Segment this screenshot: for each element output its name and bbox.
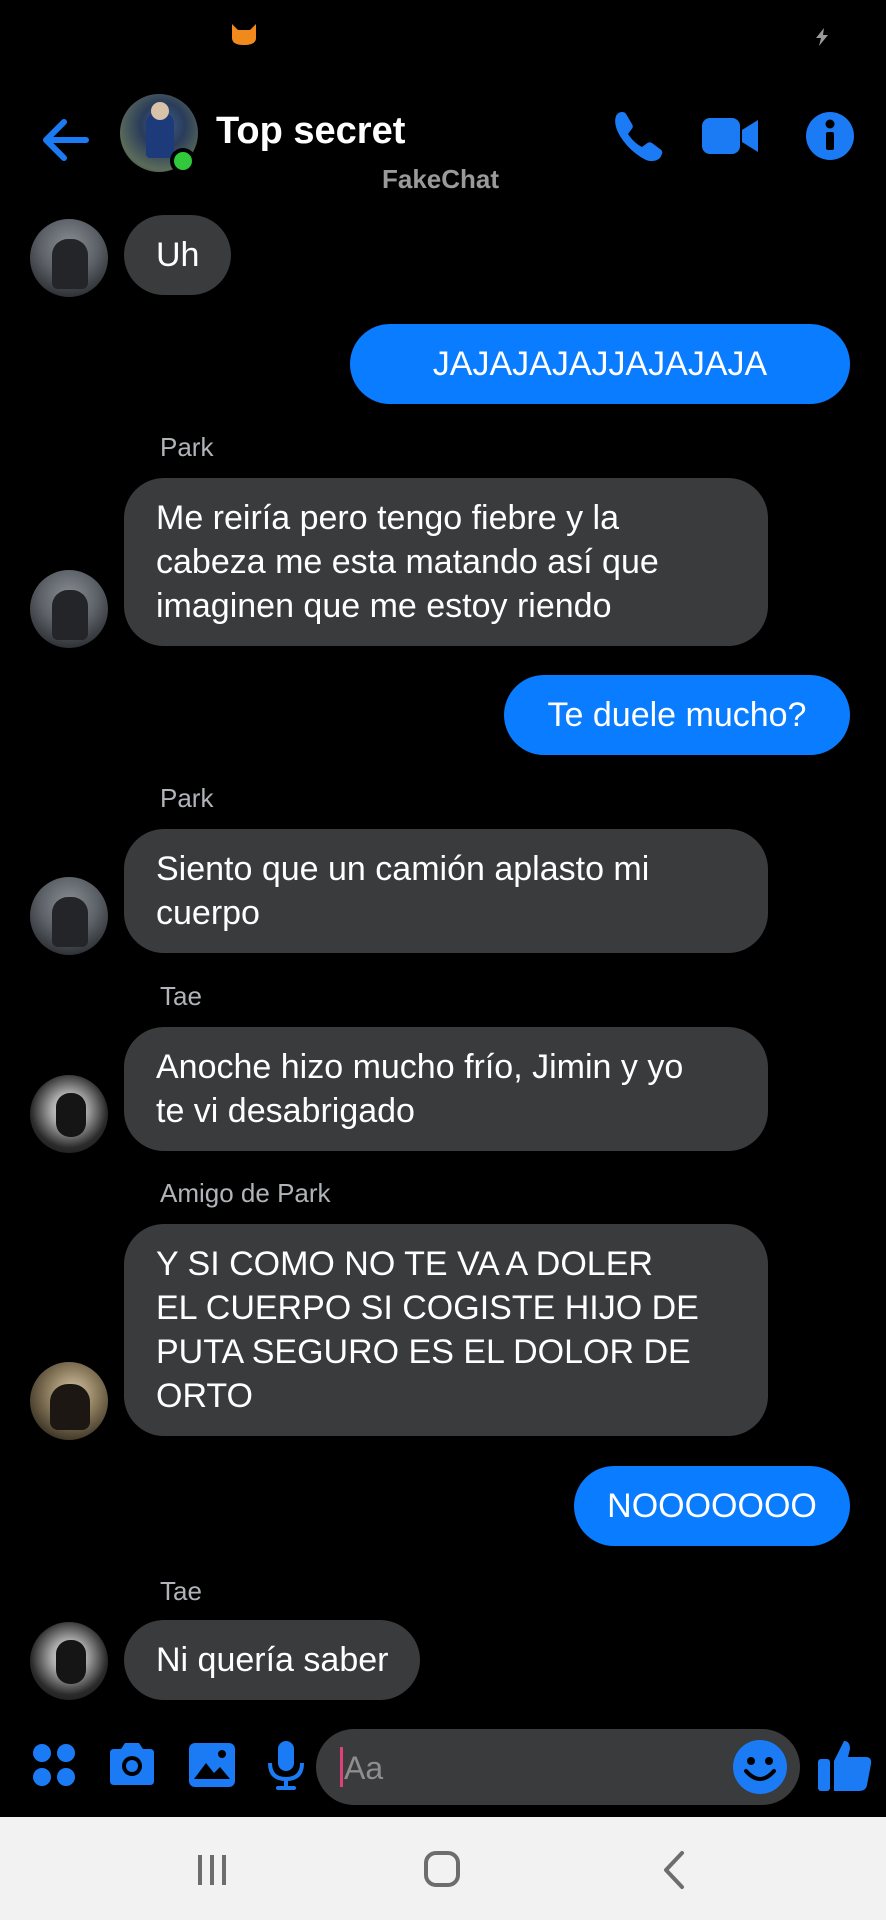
back-icon[interactable] (644, 1845, 704, 1895)
message-composer (0, 1725, 886, 1815)
avatar-park[interactable] (30, 219, 108, 297)
message-bubble-incoming[interactable]: Siento que un camión aplasto mi cuerpo (124, 829, 768, 953)
online-status-dot (170, 148, 196, 174)
apps-icon[interactable] (26, 1737, 82, 1793)
avatar-tae[interactable] (30, 1075, 108, 1153)
message-input-container[interactable] (316, 1729, 800, 1805)
sender-name: Tae (160, 1576, 202, 1606)
messenger-chat-screen: Top secret FakeChat Uh JAJAJAJAJJAJAJAJA… (0, 0, 886, 1920)
sender-name: Park (160, 432, 214, 462)
avatar-park[interactable] (30, 877, 108, 955)
message-bubble-incoming[interactable]: Uh (124, 215, 232, 295)
message-line: cabeza me esta matando así que (156, 543, 659, 581)
message-bubble-incoming[interactable]: Anoche hizo mucho frío, Jimin y yo te vi… (124, 1027, 768, 1151)
image-icon[interactable] (184, 1737, 240, 1793)
phone-icon[interactable] (608, 106, 668, 166)
avatar-tae[interactable] (30, 1622, 108, 1700)
info-icon[interactable] (800, 106, 860, 166)
message-line: PUTA SEGURO ES EL DOLOR DE (156, 1333, 691, 1371)
sender-name: Amigo de Park (160, 1178, 331, 1208)
message-bubble-outgoing[interactable]: JAJAJAJAJJAJAJAJA (350, 324, 850, 404)
charging-bolt-icon (816, 28, 828, 46)
sender-name: Tae (160, 981, 202, 1011)
microphone-icon[interactable] (258, 1737, 314, 1793)
message-line: Siento que un camión aplasto mi (156, 850, 650, 888)
sender-name: Park (160, 783, 214, 813)
message-line: te vi desabrigado (156, 1092, 415, 1130)
home-icon[interactable] (412, 1845, 472, 1895)
emoji-icon[interactable] (730, 1737, 790, 1797)
message-bubble-incoming[interactable]: Y SI COMO NO TE VA A DOLER EL CUERPO SI … (124, 1224, 768, 1436)
message-line: Me reiría pero tengo fiebre y la (156, 499, 620, 537)
message-line: Anoche hizo mucho frío, Jimin y yo (156, 1048, 684, 1086)
recent-apps-icon[interactable] (182, 1845, 242, 1895)
message-line: EL CUERPO SI COGISTE HIJO DE (156, 1289, 699, 1327)
camera-icon[interactable] (104, 1737, 160, 1793)
status-bar (0, 0, 886, 70)
message-bubble-incoming[interactable]: Ni quería saber (124, 1620, 421, 1700)
message-line: Y SI COMO NO TE VA A DOLER (156, 1245, 653, 1283)
video-camera-icon[interactable] (700, 106, 760, 166)
avatar-amigo-de-park[interactable] (30, 1362, 108, 1440)
watermark-label: FakeChat (382, 164, 500, 194)
cat-icon (232, 24, 256, 45)
message-line: imaginen que me estoy riendo (156, 587, 612, 625)
thumbs-up-icon[interactable] (814, 1735, 874, 1795)
chat-title[interactable]: Top secret (216, 110, 405, 153)
message-line: cuerpo (156, 894, 260, 932)
message-bubble-incoming[interactable]: Me reiría pero tengo fiebre y la cabeza … (124, 478, 768, 646)
back-arrow-icon[interactable] (38, 110, 98, 170)
text-cursor (340, 1747, 343, 1787)
message-bubble-outgoing[interactable]: Te duele mucho? (504, 675, 850, 755)
chat-header: Top secret FakeChat (0, 80, 886, 210)
system-navigation-bar (0, 1817, 886, 1920)
message-input[interactable] (342, 1743, 726, 1793)
avatar-park[interactable] (30, 570, 108, 648)
message-bubble-outgoing[interactable]: NOOOOOOO (574, 1466, 850, 1546)
message-line: ORTO (156, 1377, 253, 1415)
